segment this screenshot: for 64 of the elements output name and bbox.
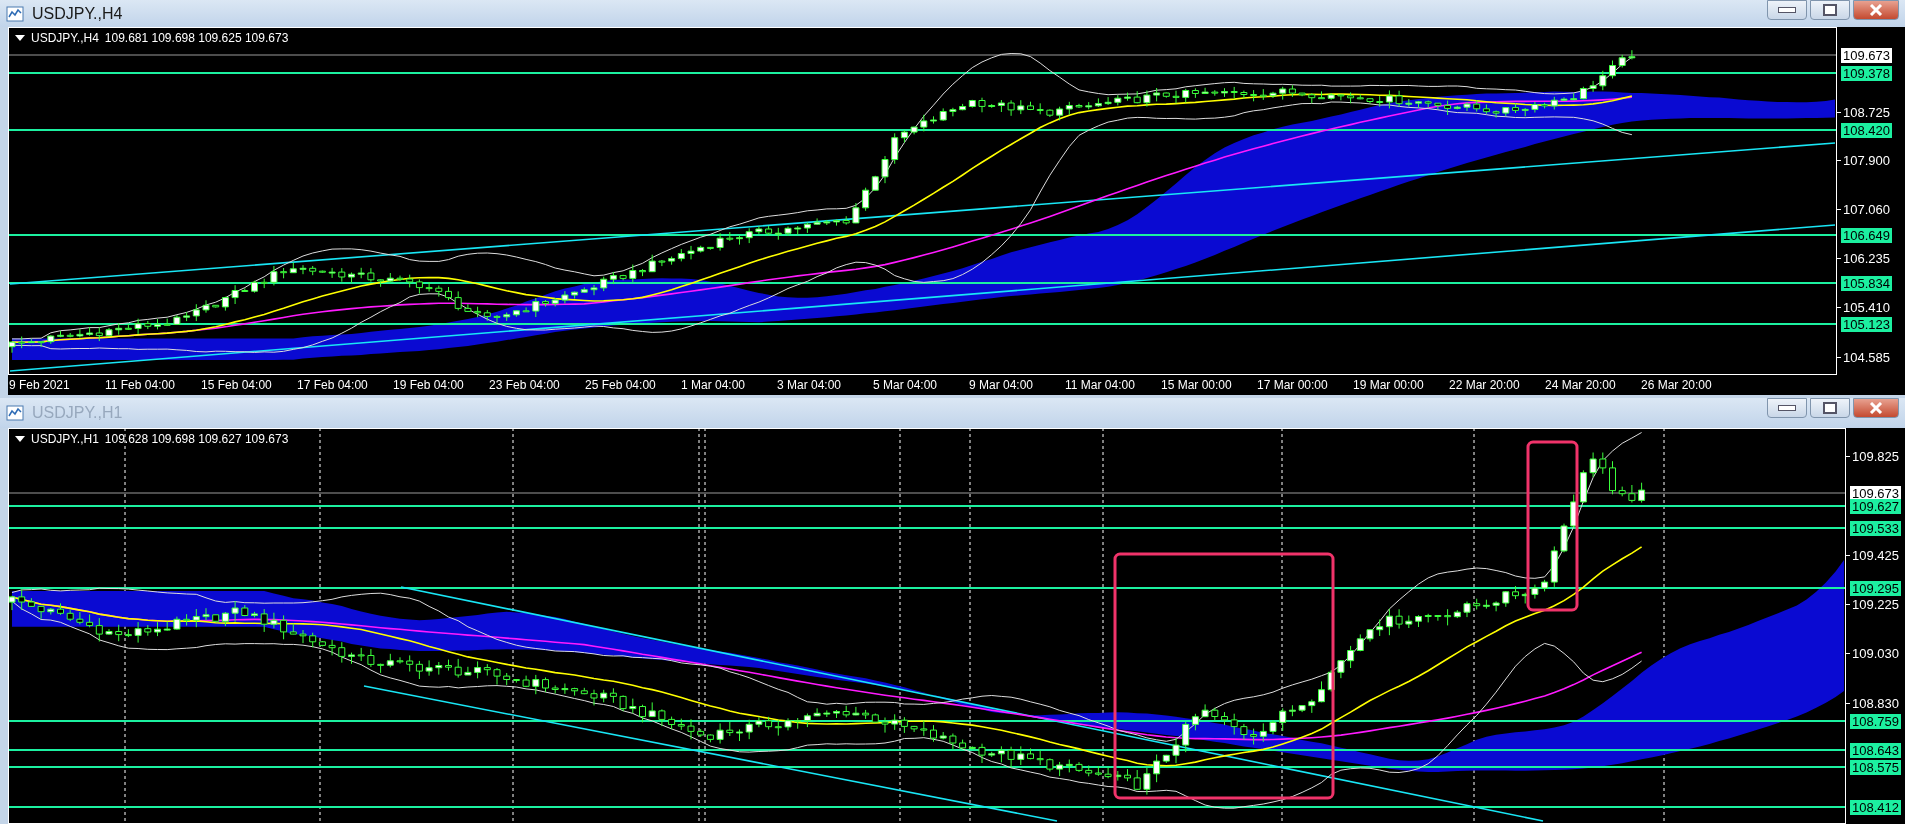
time-axis-label: 9 Feb 2021: [9, 378, 71, 392]
time-axis-label: 17 Mar 00:00: [1257, 378, 1329, 392]
minimize-button[interactable]: [1767, 398, 1807, 418]
time-axis-label: 9 Mar 04:00: [969, 378, 1035, 392]
price-tick-label: 108.830: [1851, 696, 1900, 711]
price-level-label: 108.759: [1850, 714, 1901, 729]
time-axis-label: 17 Feb 04:00: [297, 378, 369, 392]
price-tick-label: 109.030: [1851, 646, 1900, 661]
minimize-button[interactable]: [1767, 0, 1807, 20]
price-level-label: 108.643: [1850, 743, 1901, 758]
close-button[interactable]: [1853, 0, 1899, 20]
ohlc-values: 109.628 109.698 109.627 109.673: [104, 432, 289, 446]
minimize-icon: [1778, 405, 1796, 411]
price-tick-label: 106.235: [1842, 251, 1891, 266]
chart-window-icon: [6, 5, 24, 22]
price-level-label: 106.649: [1841, 228, 1892, 243]
price-level-label: 108.575: [1850, 760, 1901, 775]
time-axis-label: 26 Mar 20:00: [1641, 378, 1713, 392]
price-tick-label: 107.900: [1842, 153, 1891, 168]
price-tick-label: 107.060: [1842, 202, 1891, 217]
price-tick-label: 104.585: [1842, 350, 1891, 365]
price-level-label: 109.295: [1850, 581, 1901, 596]
price-level-label: 105.834: [1841, 276, 1892, 291]
price-tick-label: 109.825: [1851, 449, 1900, 464]
close-button[interactable]: [1853, 398, 1899, 418]
price-tick-label: 108.725: [1842, 105, 1891, 120]
time-axis-label: 1 Mar 04:00: [681, 378, 747, 392]
ohlc-values: 109.681 109.698 109.625 109.673: [104, 31, 289, 45]
dropdown-triangle-icon[interactable]: [15, 35, 25, 41]
close-icon: [1869, 402, 1883, 414]
chart-window-icon: [6, 405, 24, 421]
maximize-button[interactable]: [1810, 0, 1850, 20]
close-icon: [1869, 4, 1883, 16]
time-axis-label: 11 Mar 04:00: [1065, 378, 1136, 392]
window-title: USDJPY.,H1: [32, 404, 123, 422]
price-tick-label: 109.225: [1851, 597, 1900, 612]
price-level-label: 108.420: [1841, 123, 1892, 138]
price-level-label: 109.378: [1841, 66, 1892, 81]
price-level-label: 109.533: [1850, 521, 1901, 536]
time-axis-label: 19 Mar 00:00: [1353, 378, 1425, 392]
time-axis-label: 22 Mar 20:00: [1449, 378, 1521, 392]
time-axis-label: 19 Feb 04:00: [393, 378, 465, 392]
time-axis-label: 25 Feb 04:00: [585, 378, 657, 392]
maximize-icon: [1823, 4, 1837, 16]
price-tick-label: 105.410: [1842, 300, 1891, 315]
time-axis-label: 23 Feb 04:00: [489, 378, 561, 392]
current-price-label: 109.673: [1841, 48, 1892, 63]
price-level-label: 105.123: [1841, 317, 1892, 332]
price-level-label: 109.627: [1850, 499, 1901, 514]
dropdown-triangle-icon[interactable]: [15, 436, 25, 442]
time-axis-label: 5 Mar 04:00: [873, 378, 939, 392]
maximize-icon: [1823, 402, 1837, 414]
minimize-icon: [1778, 7, 1796, 13]
time-axis-label: 11 Feb 04:00: [105, 378, 176, 392]
window-title: USDJPY.,H4: [32, 4, 123, 23]
maximize-button[interactable]: [1810, 398, 1850, 418]
time-axis-label: 24 Mar 20:00: [1545, 378, 1617, 392]
time-axis-label: 3 Mar 04:00: [777, 378, 843, 392]
time-axis-label: 15 Feb 04:00: [201, 378, 273, 392]
price-level-label: 108.412: [1850, 800, 1901, 815]
time-axis-label: 15 Mar 00:00: [1161, 378, 1233, 392]
price-tick-label: 109.425: [1851, 548, 1900, 563]
chart-symbol: USDJPY.,H4: [31, 31, 99, 45]
chart-symbol: USDJPY.,H1: [31, 432, 99, 446]
